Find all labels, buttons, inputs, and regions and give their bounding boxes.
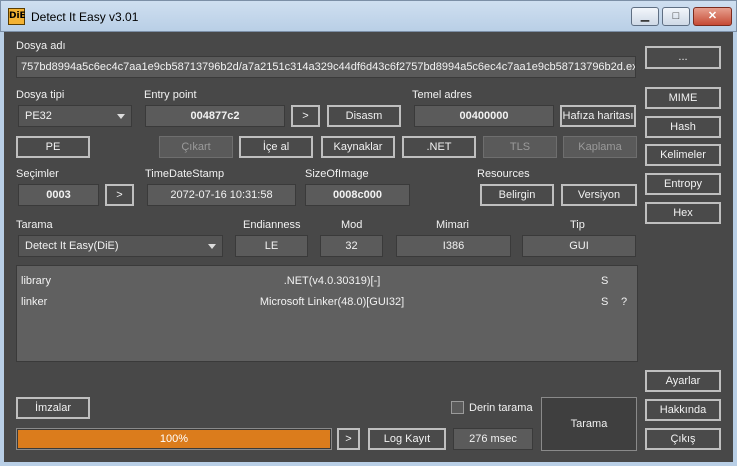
base-address-field[interactable]: 00400000 bbox=[414, 105, 554, 127]
file-type-value: PE32 bbox=[25, 110, 52, 122]
sections-field[interactable]: 0003 bbox=[18, 184, 99, 206]
entry-point-label: Entry point bbox=[144, 89, 197, 101]
result-row[interactable]: library .NET(v4.0.30319)[-] S bbox=[17, 272, 637, 292]
sections-label: Seçimler bbox=[16, 168, 59, 180]
type-label: Tip bbox=[570, 219, 585, 231]
scan-button[interactable]: Tarama bbox=[541, 397, 637, 451]
result-name: .NET(v4.0.30319)[-] bbox=[283, 275, 381, 287]
scan-progress-bar: 100% bbox=[16, 428, 332, 450]
scan-label: Tarama bbox=[16, 219, 53, 231]
result-kind: linker bbox=[21, 296, 48, 308]
exit-button[interactable]: Çıkış bbox=[645, 428, 721, 450]
result-flag[interactable]: S bbox=[601, 296, 608, 308]
result-flag[interactable]: S bbox=[601, 275, 608, 287]
hex-button[interactable]: Hex bbox=[645, 202, 721, 224]
minimize-button[interactable]: ▁ bbox=[631, 7, 659, 26]
browse-button[interactable]: ... bbox=[645, 46, 721, 69]
disasm-button[interactable]: Disasm bbox=[327, 105, 401, 127]
net-button[interactable]: .NET bbox=[402, 136, 476, 158]
version-button[interactable]: Versiyon bbox=[561, 184, 637, 206]
file-type-label: Dosya tipi bbox=[16, 89, 65, 101]
progress-go-button[interactable]: > bbox=[337, 428, 360, 450]
chevron-down-icon bbox=[208, 244, 216, 249]
pe-button[interactable]: PE bbox=[16, 136, 90, 158]
mode-field: 32 bbox=[320, 235, 383, 257]
deep-scan-label: Derin tarama bbox=[469, 402, 533, 414]
file-name-label: Dosya adı bbox=[16, 40, 66, 52]
app-logo-icon: DiE bbox=[8, 8, 26, 25]
timestamp-field[interactable]: 2072-07-16 10:31:58 bbox=[147, 184, 296, 206]
import-button[interactable]: İçe al bbox=[239, 136, 313, 158]
memory-map-button[interactable]: Hafıza haritası bbox=[560, 105, 636, 127]
size-of-image-field[interactable]: 0008c000 bbox=[305, 184, 410, 206]
maximize-icon: □ bbox=[672, 10, 680, 22]
result-info[interactable]: ? bbox=[621, 296, 627, 308]
mime-button[interactable]: MIME bbox=[645, 87, 721, 109]
overlay-button[interactable]: Kaplama bbox=[563, 136, 637, 158]
size-of-image-label: SizeOfImage bbox=[305, 168, 369, 180]
scan-engine-value: Detect It Easy(DiE) bbox=[25, 240, 119, 252]
options-button[interactable]: Ayarlar bbox=[645, 370, 721, 392]
file-path-field[interactable]: 757bd8994a5c6ec4c7aa1e9cb58713796b2d/a7a… bbox=[16, 56, 636, 78]
entry-point-field[interactable]: 004877c2 bbox=[145, 105, 285, 127]
deep-scan-checkbox[interactable] bbox=[451, 401, 464, 414]
architecture-field: I386 bbox=[396, 235, 511, 257]
maximize-button[interactable]: □ bbox=[662, 7, 690, 26]
mode-label: Mod bbox=[341, 219, 363, 231]
entropy-button[interactable]: Entropy bbox=[645, 173, 721, 195]
resources-button[interactable]: Kaynaklar bbox=[321, 136, 395, 158]
about-button[interactable]: Hakkında bbox=[645, 399, 721, 421]
window-title: Detect It Easy v3.01 bbox=[31, 10, 139, 24]
result-row[interactable]: linker Microsoft Linker(48.0)[GUI32] S ? bbox=[17, 293, 637, 313]
endianness-label: Endianness bbox=[243, 219, 301, 231]
base-address-label: Temel adres bbox=[412, 89, 472, 101]
hash-button[interactable]: Hash bbox=[645, 116, 721, 138]
scan-engine-select[interactable]: Detect It Easy(DiE) bbox=[18, 235, 223, 257]
result-name: Microsoft Linker(48.0)[GUI32] bbox=[259, 296, 405, 308]
progress-text: 100% bbox=[159, 433, 189, 445]
architecture-label: Mimari bbox=[436, 219, 469, 231]
endianness-field: LE bbox=[235, 235, 308, 257]
elapsed-time-field: 276 msec bbox=[453, 428, 533, 450]
entry-point-go-button[interactable]: > bbox=[291, 105, 320, 127]
result-kind: library bbox=[21, 275, 51, 287]
tls-button[interactable]: TLS bbox=[483, 136, 557, 158]
file-type-select[interactable]: PE32 bbox=[18, 105, 132, 127]
signatures-button[interactable]: İmzalar bbox=[16, 397, 90, 419]
minimize-icon: ▁ bbox=[640, 10, 650, 22]
resources-group-label: Resources bbox=[477, 168, 530, 180]
close-button[interactable]: ✕ bbox=[693, 7, 732, 26]
log-button[interactable]: Log Kayıt bbox=[368, 428, 446, 450]
title-bar: DiE Detect It Easy v3.01 ▁ □ ✕ bbox=[0, 0, 737, 32]
scan-results-list[interactable]: library .NET(v4.0.30319)[-] S linker Mic… bbox=[16, 265, 638, 362]
close-icon: ✕ bbox=[707, 10, 718, 22]
manifest-button[interactable]: Belirgin bbox=[480, 184, 554, 206]
strings-button[interactable]: Kelimeler bbox=[645, 144, 721, 166]
extract-button[interactable]: Çıkart bbox=[159, 136, 233, 158]
type-field: GUI bbox=[522, 235, 636, 257]
chevron-down-icon bbox=[117, 114, 125, 119]
sections-go-button[interactable]: > bbox=[105, 184, 134, 206]
timestamp-label: TimeDateStamp bbox=[145, 168, 225, 180]
